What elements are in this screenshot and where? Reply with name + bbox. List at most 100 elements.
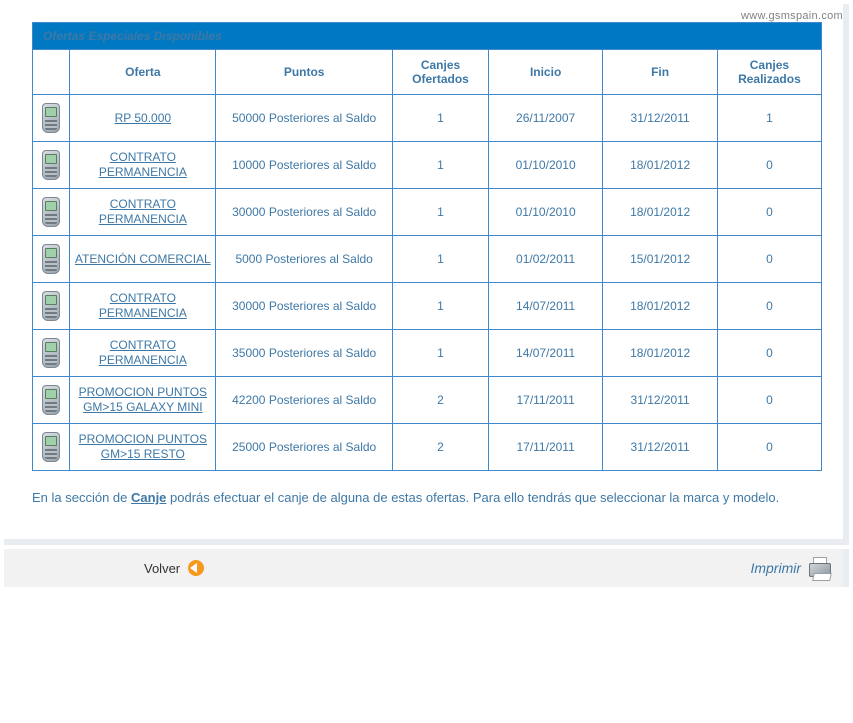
row-inicio-cell: 26/11/2007 — [488, 95, 602, 142]
row-inicio-cell: 14/07/2011 — [488, 330, 602, 377]
row-canjes-ofertados-cell: 1 — [393, 283, 489, 330]
row-fin-cell: 31/12/2011 — [603, 424, 717, 471]
row-oferta-cell: ATENCIÓN COMERCIAL — [70, 236, 216, 283]
row-puntos-cell: 5000 Posteriores al Saldo — [216, 236, 393, 283]
row-fin-cell: 31/12/2011 — [603, 95, 717, 142]
row-canjes-realizados-cell: 0 — [717, 142, 821, 189]
printer-icon — [807, 557, 833, 579]
header-fin: Fin — [603, 50, 717, 95]
row-canjes-realizados-cell: 0 — [717, 424, 821, 471]
header-inicio: Inicio — [488, 50, 602, 95]
header-puntos: Puntos — [216, 50, 393, 95]
back-label: Volver — [144, 561, 180, 576]
table-row: PROMOCION PUNTOS GM>15 RESTO25000 Poster… — [33, 424, 822, 471]
offer-link[interactable]: CONTRATO PERMANENCIA — [74, 150, 211, 180]
row-oferta-cell: CONTRATO PERMANENCIA — [70, 283, 216, 330]
main-panel: Ofertas Especiales Disponibles Oferta Pu… — [4, 4, 849, 545]
row-fin-cell: 15/01/2012 — [603, 236, 717, 283]
table-row: CONTRATO PERMANENCIA30000 Posteriores al… — [33, 283, 822, 330]
header-canjes-realizados: Canjes Realizados — [717, 50, 821, 95]
row-icon-cell — [33, 236, 70, 283]
row-icon-cell — [33, 142, 70, 189]
row-canjes-ofertados-cell: 1 — [393, 189, 489, 236]
offer-link[interactable]: PROMOCION PUNTOS GM>15 GALAXY MINI — [74, 385, 211, 415]
phone-icon — [42, 432, 60, 462]
row-canjes-ofertados-cell: 1 — [393, 330, 489, 377]
row-fin-cell: 18/01/2012 — [603, 189, 717, 236]
row-canjes-realizados-cell: 0 — [717, 236, 821, 283]
row-puntos-cell: 10000 Posteriores al Saldo — [216, 142, 393, 189]
row-canjes-ofertados-cell: 2 — [393, 424, 489, 471]
table-row: PROMOCION PUNTOS GM>15 GALAXY MINI42200 … — [33, 377, 822, 424]
row-inicio-cell: 01/10/2010 — [488, 189, 602, 236]
row-oferta-cell: PROMOCION PUNTOS GM>15 RESTO — [70, 424, 216, 471]
row-puntos-cell: 25000 Posteriores al Saldo — [216, 424, 393, 471]
table-row: CONTRATO PERMANENCIA30000 Posteriores al… — [33, 189, 822, 236]
phone-icon — [42, 150, 60, 180]
offer-link[interactable]: CONTRATO PERMANENCIA — [74, 197, 211, 227]
row-icon-cell — [33, 377, 70, 424]
info-text: En la sección de Canje podrás efectuar e… — [32, 489, 821, 507]
row-canjes-realizados-cell: 0 — [717, 330, 821, 377]
canje-link[interactable]: Canje — [131, 490, 166, 505]
row-fin-cell: 31/12/2011 — [603, 377, 717, 424]
row-canjes-realizados-cell: 0 — [717, 283, 821, 330]
row-puntos-cell: 35000 Posteriores al Saldo — [216, 330, 393, 377]
header-canjes-ofertados: Canjes Ofertados — [393, 50, 489, 95]
row-canjes-ofertados-cell: 1 — [393, 142, 489, 189]
offer-link[interactable]: PROMOCION PUNTOS GM>15 RESTO — [74, 432, 211, 462]
row-inicio-cell: 14/07/2011 — [488, 283, 602, 330]
table-row: ATENCIÓN COMERCIAL 5000 Posteriores al Sa… — [33, 236, 822, 283]
phone-icon — [42, 244, 60, 274]
offers-table: Ofertas Especiales Disponibles Oferta Pu… — [32, 22, 822, 471]
row-puntos-cell: 30000 Posteriores al Saldo — [216, 283, 393, 330]
row-puntos-cell: 42200 Posteriores al Saldo — [216, 377, 393, 424]
row-canjes-ofertados-cell: 2 — [393, 377, 489, 424]
row-oferta-cell: CONTRATO PERMANENCIA — [70, 330, 216, 377]
row-fin-cell: 18/01/2012 — [603, 142, 717, 189]
print-label: Imprimir — [750, 560, 801, 576]
phone-icon — [42, 338, 60, 368]
header-icon — [33, 50, 70, 95]
row-inicio-cell: 17/11/2011 — [488, 424, 602, 471]
info-prefix: En la sección de — [32, 490, 131, 505]
print-button[interactable]: Imprimir — [750, 557, 833, 579]
table-row: RP 50.00050000 Posteriores al Saldo126/1… — [33, 95, 822, 142]
row-fin-cell: 18/01/2012 — [603, 283, 717, 330]
row-oferta-cell: RP 50.000 — [70, 95, 216, 142]
row-oferta-cell: PROMOCION PUNTOS GM>15 GALAXY MINI — [70, 377, 216, 424]
row-icon-cell — [33, 189, 70, 236]
offer-link[interactable]: CONTRATO PERMANENCIA — [74, 338, 211, 368]
back-button[interactable]: Volver — [14, 560, 204, 576]
row-canjes-ofertados-cell: 1 — [393, 95, 489, 142]
phone-icon — [42, 103, 60, 133]
header-oferta: Oferta — [70, 50, 216, 95]
row-inicio-cell: 17/11/2011 — [488, 377, 602, 424]
phone-icon — [42, 291, 60, 321]
row-fin-cell: 18/01/2012 — [603, 330, 717, 377]
offer-link[interactable]: RP 50.000 — [115, 111, 172, 126]
footer-bar: Volver Imprimir — [4, 549, 849, 587]
row-canjes-realizados-cell: 0 — [717, 377, 821, 424]
back-arrow-icon — [188, 560, 204, 576]
row-inicio-cell: 01/10/2010 — [488, 142, 602, 189]
table-title: Ofertas Especiales Disponibles — [33, 23, 822, 50]
row-icon-cell — [33, 330, 70, 377]
row-canjes-realizados-cell: 1 — [717, 95, 821, 142]
offer-link[interactable]: CONTRATO PERMANENCIA — [74, 291, 211, 321]
row-icon-cell — [33, 95, 70, 142]
row-oferta-cell: CONTRATO PERMANENCIA — [70, 142, 216, 189]
info-suffix: podrás efectuar el canje de alguna de es… — [166, 490, 779, 505]
row-canjes-ofertados-cell: 1 — [393, 236, 489, 283]
row-canjes-realizados-cell: 0 — [717, 189, 821, 236]
row-inicio-cell: 01/02/2011 — [488, 236, 602, 283]
table-row: CONTRATO PERMANENCIA35000 Posteriores al… — [33, 330, 822, 377]
phone-icon — [42, 385, 60, 415]
offer-link[interactable]: ATENCIÓN COMERCIAL — [75, 252, 211, 267]
row-oferta-cell: CONTRATO PERMANENCIA — [70, 189, 216, 236]
row-icon-cell — [33, 424, 70, 471]
watermark-text: www.gsmspain.com — [741, 10, 843, 22]
table-header-row: Oferta Puntos Canjes Ofertados Inicio Fi… — [33, 50, 822, 95]
phone-icon — [42, 197, 60, 227]
row-icon-cell — [33, 283, 70, 330]
